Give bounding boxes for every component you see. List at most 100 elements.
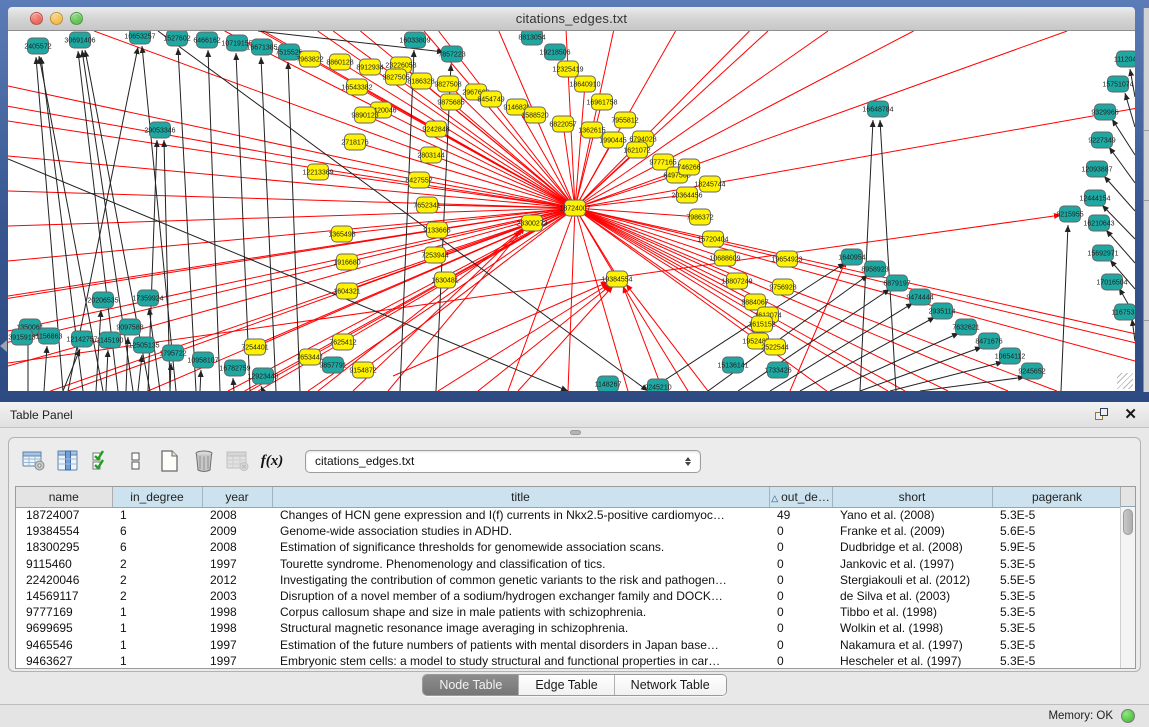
table-settings-icon[interactable] [19, 447, 49, 475]
graph-node[interactable]: 1112045 [1114, 51, 1135, 67]
graph-node-selected[interactable]: 15720404 [697, 231, 728, 247]
column-header-short[interactable]: short [832, 487, 992, 507]
table-row[interactable]: 911546021997Tourette syndrome. Phenomeno… [16, 556, 1122, 572]
table-row[interactable]: 1872400712008Changes of HCN gene express… [16, 507, 1122, 523]
graph-node[interactable]: 6466162 [193, 32, 220, 48]
graph-node[interactable]: 7632621 [952, 319, 979, 335]
graph-node[interactable]: 9245652 [1018, 363, 1045, 379]
function-icon[interactable]: f(x) [257, 447, 287, 475]
graph-node[interactable]: 15136141 [717, 357, 748, 373]
graph-node-selected[interactable]: 1916680 [333, 254, 360, 270]
graph-node-selected[interactable]: 9827505 [382, 69, 409, 85]
graph-node-selected[interactable]: 6822057 [549, 116, 576, 132]
graph-node[interactable]: 9245210 [644, 379, 671, 391]
table-row[interactable]: 946362711997Embryonic stem cells: a mode… [16, 653, 1122, 669]
selected-edge[interactable] [568, 69, 575, 208]
selected-edge[interactable] [575, 208, 1008, 391]
selected-edge[interactable] [575, 150, 637, 208]
tab-node-table[interactable]: Node Table [423, 675, 519, 695]
graph-node-selected[interactable]: 9133666 [423, 222, 450, 238]
graph-node[interactable]: 16033809 [399, 32, 430, 48]
table-scrollbar[interactable] [1120, 507, 1135, 668]
table-row[interactable]: 946554611997Estimation of the future num… [16, 637, 1122, 653]
graph-node-selected[interactable]: 1365498 [328, 226, 355, 242]
graph-node[interactable]: 17359924 [132, 290, 163, 306]
graph-node[interactable]: 17016504 [1096, 274, 1127, 290]
edge[interactable] [178, 48, 196, 391]
tab-edge-table[interactable]: Edge Table [519, 675, 614, 695]
network-view-canvas[interactable]: 2405572306914061065325715276026466162107… [8, 31, 1135, 391]
graph-node[interactable]: 1167531 [1112, 304, 1135, 320]
resize-grip-icon[interactable] [1117, 373, 1133, 389]
edge[interactable] [233, 378, 234, 391]
graph-node[interactable]: 19218506 [539, 44, 570, 60]
selected-edge[interactable] [365, 115, 575, 208]
graph-node[interactable]: 1527602 [163, 31, 190, 46]
graph-node-selected[interactable]: 9154872 [349, 362, 376, 378]
table-row[interactable]: 1938455462009Genome-wide association stu… [16, 523, 1122, 539]
graph-node-selected[interactable]: 9875685 [437, 94, 464, 110]
column-header-pagerank[interactable]: pagerank [992, 487, 1122, 507]
graph-node[interactable]: 3915913 [8, 329, 35, 345]
tab-network-table[interactable]: Network Table [615, 675, 726, 695]
selected-edge[interactable] [663, 31, 914, 162]
table-row[interactable]: 969969511998Structural magnetic resonanc… [16, 620, 1122, 636]
graph-node[interactable]: 1145190 [97, 332, 124, 348]
table-row[interactable]: 1456911722003Disruption of a novel membe… [16, 588, 1122, 604]
graph-node[interactable]: 1148267 [595, 376, 622, 391]
column-header-name[interactable]: name [16, 487, 112, 507]
graph-node-selected[interactable]: 7653441 [296, 349, 323, 365]
graph-node-selected[interactable]: 1630481 [431, 272, 458, 288]
graph-node-selected[interactable]: 7652341 [413, 197, 440, 213]
selected-edge[interactable] [518, 286, 613, 391]
graph-node[interactable]: 6879197 [883, 275, 910, 291]
graph-node-selected[interactable]: 20364456 [671, 187, 702, 203]
graph-node-selected[interactable]: 7955812 [611, 112, 638, 128]
graph-node[interactable]: 16210643 [1083, 215, 1114, 231]
graph-node-selected[interactable]: 8454749 [477, 91, 504, 107]
graph-node[interactable]: 9474444 [906, 289, 933, 305]
graph-node[interactable]: 10958107 [187, 352, 218, 368]
column-header-out_de[interactable]: △out_de… [769, 487, 832, 507]
graph-node[interactable]: 7857223 [438, 46, 465, 62]
graph-node[interactable]: 8471676 [975, 333, 1002, 349]
selected-edge[interactable] [363, 208, 575, 370]
graph-node[interactable]: 30691406 [64, 32, 95, 48]
table-selector-dropdown[interactable]: citations_edges.txt [305, 450, 701, 473]
table-row[interactable]: 977716911998Corpus callosum shape and si… [16, 604, 1122, 620]
float-panel-icon[interactable] [1094, 408, 1110, 422]
graph-node-selected[interactable]: 1588520 [521, 107, 548, 123]
table-row[interactable]: 2242004622012Investigating the contribut… [16, 572, 1122, 588]
graph-node[interactable]: 8958923 [861, 261, 888, 277]
edge[interactable] [1104, 176, 1135, 211]
graph-node[interactable]: 8215955 [1056, 206, 1083, 222]
table-row[interactable]: 1830029562008Estimation of significance … [16, 539, 1122, 555]
rows-icon[interactable] [121, 447, 151, 475]
graph-node[interactable]: 1733426 [764, 362, 791, 378]
graph-node[interactable]: 1156863 [36, 328, 63, 344]
trash-icon[interactable] [189, 447, 219, 475]
selected-edge[interactable] [710, 108, 1135, 184]
network-window-titlebar[interactable]: citations_edges.txt [8, 7, 1135, 31]
selected-edge[interactable] [478, 285, 611, 391]
edge[interactable] [880, 120, 896, 391]
graph-node[interactable]: 15692971 [1087, 245, 1118, 261]
graph-node-selected[interactable]: 12325419 [552, 61, 583, 77]
graph-node-selected[interactable]: 1604321 [333, 283, 360, 299]
selected-edge[interactable] [623, 286, 663, 391]
graph-node-selected[interactable]: 9827508 [434, 76, 461, 92]
edge[interactable] [1061, 225, 1068, 391]
graph-node[interactable]: 12093887 [1081, 161, 1112, 177]
memory-status-indicator[interactable] [1121, 709, 1135, 723]
graph-node-selected[interactable]: 2803144 [417, 147, 444, 163]
row-check-icon[interactable] [87, 447, 117, 475]
close-panel-icon[interactable]: ✕ [1124, 408, 1137, 422]
panel-collapse-arrow-icon[interactable] [0, 340, 7, 352]
graph-node[interactable]: 12142757 [66, 331, 97, 347]
scrollbar-thumb[interactable] [1123, 509, 1133, 535]
selected-edge[interactable] [436, 129, 575, 208]
new-document-icon[interactable] [155, 447, 185, 475]
graph-node-selected[interactable]: 9756928 [769, 279, 796, 295]
splitter-handle[interactable] [570, 430, 581, 435]
graph-node[interactable]: 20206535 [87, 292, 118, 308]
